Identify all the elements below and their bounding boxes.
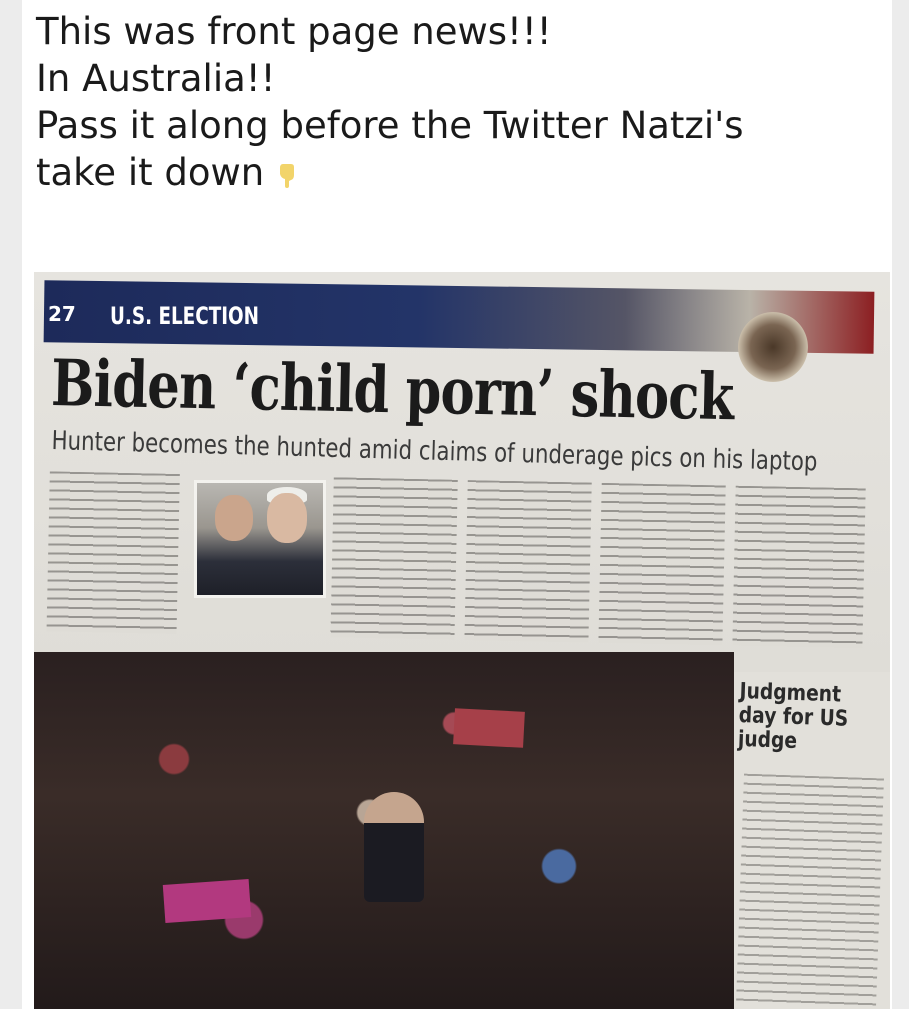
rally-sign	[453, 708, 525, 748]
caption-line: In Australia!!	[36, 57, 276, 100]
presidential-seal-image	[738, 312, 808, 382]
text-column	[732, 485, 866, 649]
person-face	[215, 495, 253, 541]
text-column	[330, 477, 458, 640]
newspaper-photo: 27 U.S. ELECTION Biden ‘child porn’ shoc…	[34, 272, 890, 1009]
text-column	[46, 471, 180, 635]
article-photo	[194, 480, 326, 598]
page-number: 27	[48, 302, 76, 326]
person-face	[267, 493, 307, 543]
post-caption: This was front page news!!! In Australia…	[36, 8, 876, 196]
rally-sign	[162, 879, 252, 923]
caption-line: take it down	[36, 151, 265, 194]
social-post: This was front page news!!! In Australia…	[22, 0, 892, 1009]
caption-line: This was front page news!!!	[36, 10, 552, 53]
section-label: U.S. ELECTION	[110, 302, 260, 330]
caption-line-last: take it down	[36, 149, 876, 196]
speaker-figure	[364, 792, 424, 902]
sidebar-headline: Judgment day for US judge	[737, 679, 849, 755]
caption-line: Pass it along before the Twitter Natzi's	[36, 104, 744, 147]
text-column	[464, 480, 592, 643]
article-columns	[46, 471, 879, 658]
text-column	[598, 482, 726, 646]
pointing-down-hand-icon	[280, 163, 295, 188]
sidebar-article: Judgment day for US judge	[734, 672, 890, 1009]
headline: Biden ‘child porn’ shock	[50, 346, 735, 436]
sidebar-text	[736, 773, 884, 1009]
